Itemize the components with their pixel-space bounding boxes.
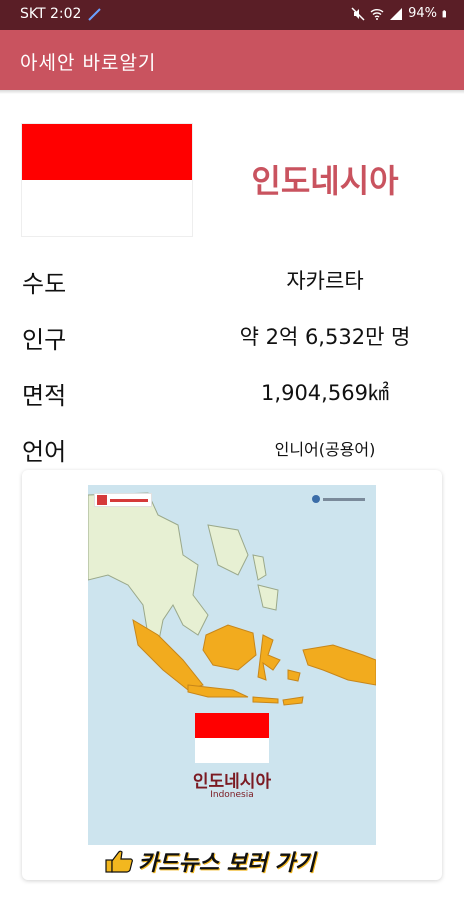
flag-red-stripe [195, 713, 269, 738]
map-country-name: 인도네시아 [192, 772, 272, 792]
mute-icon [351, 6, 365, 21]
signal-icon [390, 7, 403, 20]
info-value: 1,904,569㎢ [261, 381, 389, 405]
map-flag [195, 713, 269, 763]
pen-icon [88, 8, 102, 21]
info-label: 언어 [22, 438, 67, 466]
info-row-area: 면적 1,904,569㎢ [0, 370, 464, 410]
info-value: 자카르타 [286, 269, 364, 293]
country-name: 인도네시아 [251, 162, 399, 200]
info-label: 인구 [22, 326, 67, 354]
view-card-news-link[interactable]: 카드뉴스 보러 가기 [104, 845, 364, 877]
status-bar: SKT 2:02 94% [0, 0, 464, 30]
flag-red-stripe [22, 124, 192, 180]
status-right: 94% [351, 6, 450, 21]
flag-white-stripe [195, 738, 269, 763]
info-label: 면적 [22, 382, 67, 410]
card-news[interactable]: 인도네시아 Indonesia 카드뉴스 보러 가기 [22, 470, 442, 880]
publisher-logo-left [94, 493, 152, 507]
battery-icon [442, 9, 446, 17]
info-value: 약 2억 6,532만 명 [239, 325, 411, 349]
wifi-icon [370, 8, 384, 20]
thumbs-up-icon [105, 850, 133, 873]
country-flag [22, 124, 192, 236]
logo-mark [97, 495, 107, 505]
app-bar-shadow [0, 90, 464, 94]
info-row-language: 언어 인니어(공용어) [0, 426, 464, 466]
status-carrier-time: SKT 2:02 [20, 6, 82, 22]
logo-circle [312, 495, 320, 503]
app-title: 아세안 바로알기 [20, 52, 157, 74]
info-row-capital: 수도 자카르타 [0, 258, 464, 298]
logo-text-mark [110, 498, 148, 502]
view-card-news-label: 카드뉴스 보러 가기 [138, 851, 316, 876]
map-country-name-en: Indonesia [210, 790, 254, 800]
info-row-population: 인구 약 2억 6,532만 명 [0, 314, 464, 354]
info-label: 수도 [22, 270, 67, 298]
status-left: SKT 2:02 [20, 6, 103, 22]
battery-percent: 94% [408, 6, 437, 21]
flag-white-stripe [22, 180, 192, 236]
logo-text-mark [323, 497, 365, 501]
info-value: 인니어(공용어) [274, 440, 376, 459]
card-news-image[interactable]: 인도네시아 Indonesia [88, 485, 376, 845]
publisher-logo-right [312, 494, 368, 504]
app-bar: 아세안 바로알기 [0, 30, 464, 90]
